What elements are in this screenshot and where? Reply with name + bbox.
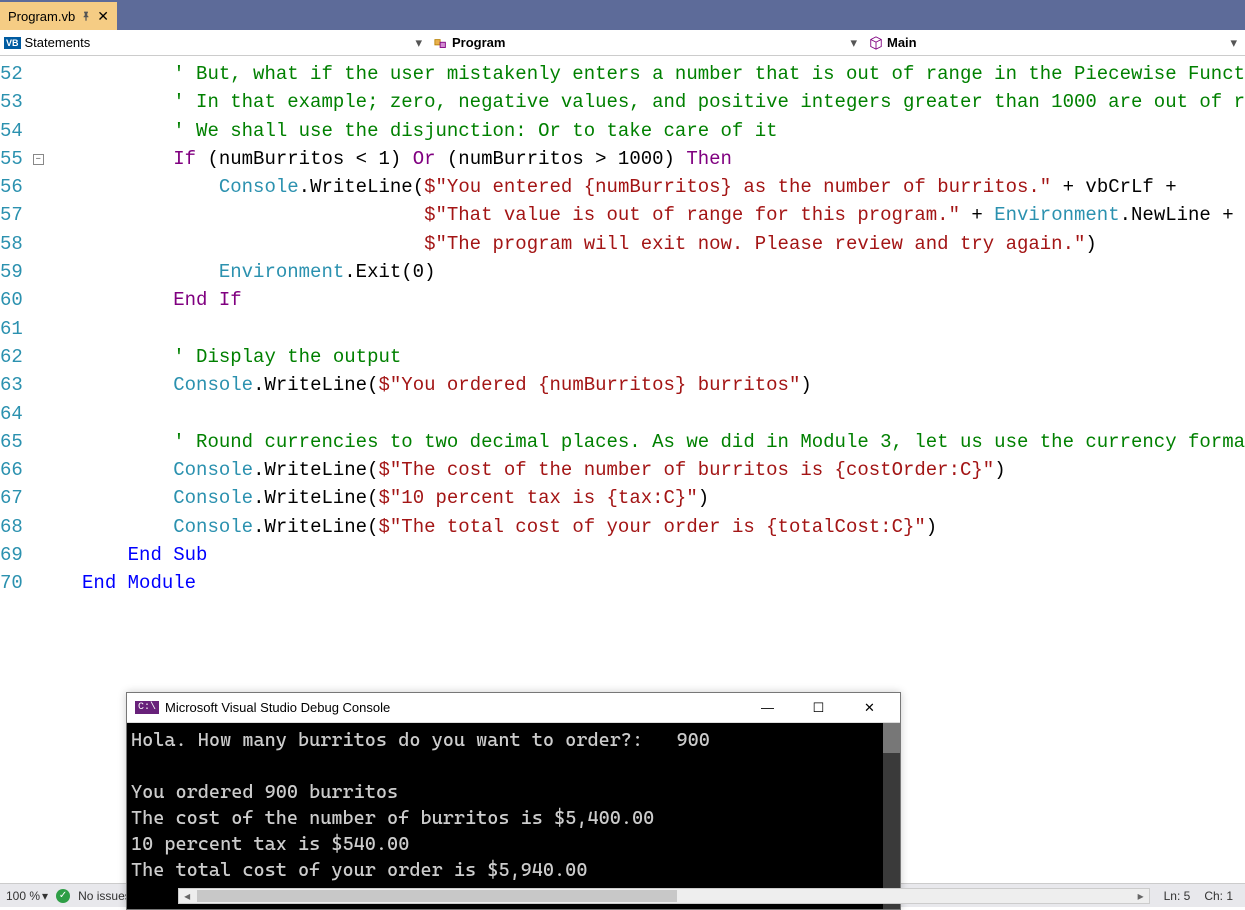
line-number: 55 <box>0 145 33 173</box>
tab-filename: Program.vb <box>8 9 75 24</box>
line-number: 65 <box>0 428 33 456</box>
line-number: 58 <box>0 230 33 258</box>
zoom-level: 100 % <box>6 889 40 903</box>
file-tab-program[interactable]: Program.vb ✕ <box>0 2 117 30</box>
line-number: 63 <box>0 371 33 399</box>
navigation-bar: VB Statements ▾ Program ▾ Main ▾ <box>0 30 1245 56</box>
outline-column: – <box>33 56 44 883</box>
line-indicator: Ln: 5 <box>1164 889 1191 903</box>
console-title: Microsoft Visual Studio Debug Console <box>165 700 390 715</box>
chevron-down-icon: ▾ <box>846 35 861 51</box>
kw: If <box>173 148 196 170</box>
line-number: 52 <box>0 60 33 88</box>
line-number: 68 <box>0 513 33 541</box>
check-icon: ✓ <box>56 889 70 903</box>
line-number: 60 <box>0 286 33 314</box>
char-indicator: Ch: 1 <box>1204 889 1233 903</box>
close-tab-icon[interactable]: ✕ <box>97 8 109 25</box>
code-editor[interactable]: 52535455565758596061626364656667686970 –… <box>0 56 1245 883</box>
chevron-down-icon: ▾ <box>411 35 426 51</box>
scroll-thumb[interactable] <box>197 890 677 902</box>
code-comment: ' Round currencies to two decimal places… <box>173 431 1245 453</box>
code-comment: ' But, what if the user mistakenly enter… <box>173 63 1245 85</box>
member-text: Main <box>887 35 917 50</box>
class-dropdown[interactable]: Program ▾ <box>430 30 865 55</box>
console-output[interactable]: Hola. How many burritos do you want to o… <box>127 723 900 909</box>
scroll-right-icon[interactable]: ▸ <box>1133 889 1149 903</box>
chevron-down-icon: ▾ <box>42 889 48 903</box>
console-text: Hola. How many burritos do you want to o… <box>131 729 710 881</box>
code-comment: ' In that example; zero, negative values… <box>173 91 1245 113</box>
line-number-gutter: 52535455565758596061626364656667686970 <box>0 56 33 883</box>
member-dropdown[interactable]: Main ▾ <box>865 30 1245 55</box>
line-number: 70 <box>0 569 33 597</box>
line-number: 64 <box>0 400 33 428</box>
scroll-left-icon[interactable]: ◂ <box>179 889 195 903</box>
vb-icon: VB <box>4 37 21 49</box>
chevron-down-icon: ▾ <box>1226 35 1241 51</box>
status-bar: 100 % ▾ ✓ No issues found ◂ ▸ Ln: 5 Ch: … <box>0 883 1245 907</box>
console-app-icon: C:\ <box>135 701 159 714</box>
tab-strip: Program.vb ✕ <box>0 0 1245 30</box>
line-number: 69 <box>0 541 33 569</box>
zoom-dropdown[interactable]: 100 % ▾ <box>6 889 48 903</box>
horizontal-scrollbar[interactable]: ◂ ▸ <box>178 888 1149 904</box>
code-comment: ' Display the output <box>173 346 401 368</box>
class-icon <box>434 37 448 49</box>
fold-toggle-icon[interactable]: – <box>33 154 44 165</box>
line-number: 57 <box>0 201 33 229</box>
line-number: 67 <box>0 484 33 512</box>
code-comment: ' We shall use the disjunction: Or to ta… <box>173 120 777 142</box>
line-number: 56 <box>0 173 33 201</box>
scope-dropdown[interactable]: VB Statements ▾ <box>0 30 430 55</box>
line-number: 66 <box>0 456 33 484</box>
line-number: 61 <box>0 315 33 343</box>
line-number: 62 <box>0 343 33 371</box>
minimize-button[interactable]: — <box>745 694 790 722</box>
debug-console-window[interactable]: C:\ Microsoft Visual Studio Debug Consol… <box>126 692 901 910</box>
console-scroll-thumb[interactable] <box>883 723 900 753</box>
console-titlebar[interactable]: C:\ Microsoft Visual Studio Debug Consol… <box>127 693 900 723</box>
maximize-button[interactable]: ☐ <box>796 694 841 722</box>
scope-text: Statements <box>25 35 91 50</box>
line-number: 59 <box>0 258 33 286</box>
line-number: 53 <box>0 88 33 116</box>
method-icon <box>869 36 883 50</box>
close-button[interactable]: ✕ <box>847 694 892 722</box>
class-text: Program <box>452 35 505 50</box>
line-number: 54 <box>0 117 33 145</box>
pin-icon[interactable] <box>81 11 91 21</box>
